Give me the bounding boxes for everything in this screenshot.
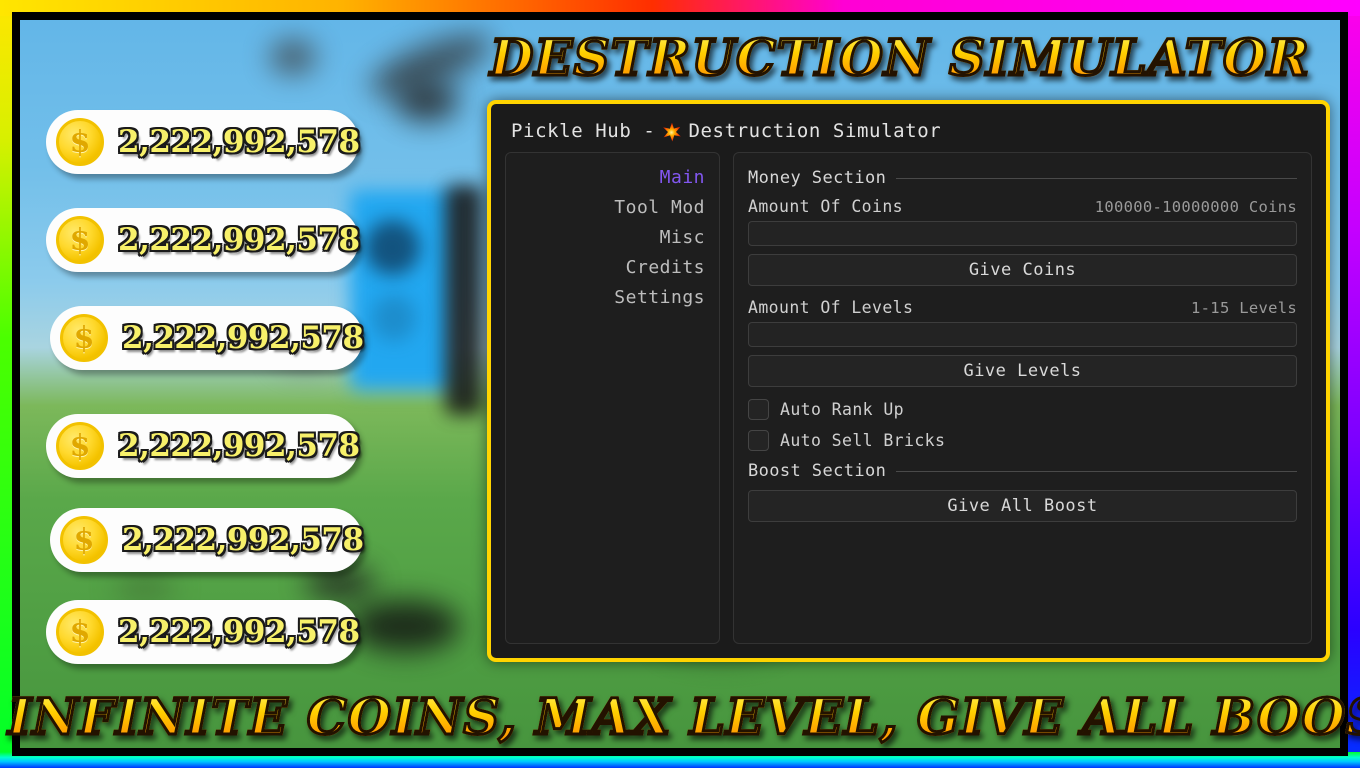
coin-pill: $ 2,222,992,578 xyxy=(50,306,364,370)
auto-sell-bricks-row[interactable]: Auto Sell Bricks xyxy=(748,430,1297,451)
ground-shadow xyxy=(350,600,460,652)
sidebar-item-main[interactable]: Main xyxy=(660,167,705,188)
coin-icon: $ xyxy=(56,216,104,264)
boost-section-header: Boost Section xyxy=(748,461,1297,481)
top-banner-title: DESTRUCTION SIMULATOR xyxy=(460,27,1340,89)
hub-title-bar: Pickle Hub - Destruction Simulator xyxy=(505,116,1312,152)
debris-blob xyxy=(270,40,316,74)
give-coins-button[interactable]: Give Coins xyxy=(748,254,1297,286)
coin-pill: $ 2,222,992,578 xyxy=(50,508,364,572)
thumbnail-frame: $ 2,222,992,578 $ 2,222,992,578 $ 2,222,… xyxy=(0,0,1360,768)
coin-pill: $ 2,222,992,578 xyxy=(46,208,360,272)
hub-content-panel: Money Section Amount Of Coins 100000-100… xyxy=(733,152,1312,644)
coin-amount: 2,222,992,578 xyxy=(122,522,364,558)
sidebar-item-credits[interactable]: Credits xyxy=(626,257,705,278)
character-arm xyxy=(445,185,483,415)
hub-sidebar: Main Tool Mod Misc Credits Settings xyxy=(505,152,720,644)
coin-pill: $ 2,222,992,578 xyxy=(46,414,360,478)
hub-title-prefix: Pickle Hub - xyxy=(511,120,656,142)
auto-rank-up-label: Auto Rank Up xyxy=(780,400,905,419)
character-detail xyxy=(365,220,420,275)
auto-rank-up-checkbox[interactable] xyxy=(748,399,769,420)
coin-amount: 2,222,992,578 xyxy=(122,320,364,356)
hub-title-suffix: Destruction Simulator xyxy=(688,120,942,142)
coin-pill: $ 2,222,992,578 xyxy=(46,110,360,174)
coins-input[interactable] xyxy=(748,221,1297,246)
coin-amount: 2,222,992,578 xyxy=(118,222,360,258)
coin-icon: $ xyxy=(60,516,108,564)
auto-rank-up-row[interactable]: Auto Rank Up xyxy=(748,399,1297,420)
money-section-header: Money Section xyxy=(748,168,1297,188)
coins-field-row: Amount Of Coins 100000-10000000 Coins xyxy=(748,197,1297,216)
character-detail xyxy=(372,295,416,341)
levels-input[interactable] xyxy=(748,322,1297,347)
coin-pill: $ 2,222,992,578 xyxy=(46,600,360,664)
levels-label: Amount Of Levels xyxy=(748,298,914,317)
boost-section-label: Boost Section xyxy=(748,461,887,481)
coin-icon: $ xyxy=(56,608,104,656)
debris-blob xyxy=(395,80,459,122)
coin-icon: $ xyxy=(56,118,104,166)
sidebar-item-tool-mod[interactable]: Tool Mod xyxy=(614,197,705,218)
coin-icon: $ xyxy=(56,422,104,470)
bottom-banner-title: INFINITE COINS, MAX LEVEL, GIVE ALL BOOS… xyxy=(7,686,1360,748)
sidebar-item-settings[interactable]: Settings xyxy=(614,287,705,308)
starburst-icon xyxy=(663,122,681,142)
coins-label: Amount Of Coins xyxy=(748,197,904,216)
coins-range-hint: 100000-10000000 Coins xyxy=(1094,198,1297,216)
section-divider xyxy=(896,470,1297,472)
levels-range-hint: 1-15 Levels xyxy=(1191,299,1297,317)
give-levels-button[interactable]: Give Levels xyxy=(748,355,1297,387)
sidebar-item-misc[interactable]: Misc xyxy=(660,227,705,248)
coin-icon: $ xyxy=(60,314,108,362)
character-torso xyxy=(350,190,455,390)
auto-sell-bricks-checkbox[interactable] xyxy=(748,430,769,451)
script-hub-window: Pickle Hub - Destruction Simulator Main … xyxy=(487,100,1330,662)
levels-field-row: Amount Of Levels 1-15 Levels xyxy=(748,298,1297,317)
hub-body: Main Tool Mod Misc Credits Settings Mone… xyxy=(505,152,1312,644)
coin-amount: 2,222,992,578 xyxy=(118,614,360,650)
coin-amount: 2,222,992,578 xyxy=(118,124,360,160)
ground-shadow xyxy=(115,575,175,601)
give-all-boost-button[interactable]: Give All Boost xyxy=(748,490,1297,522)
section-divider xyxy=(896,177,1297,179)
coin-amount: 2,222,992,578 xyxy=(118,428,360,464)
money-section-label: Money Section xyxy=(748,168,887,188)
auto-sell-bricks-label: Auto Sell Bricks xyxy=(780,431,946,450)
